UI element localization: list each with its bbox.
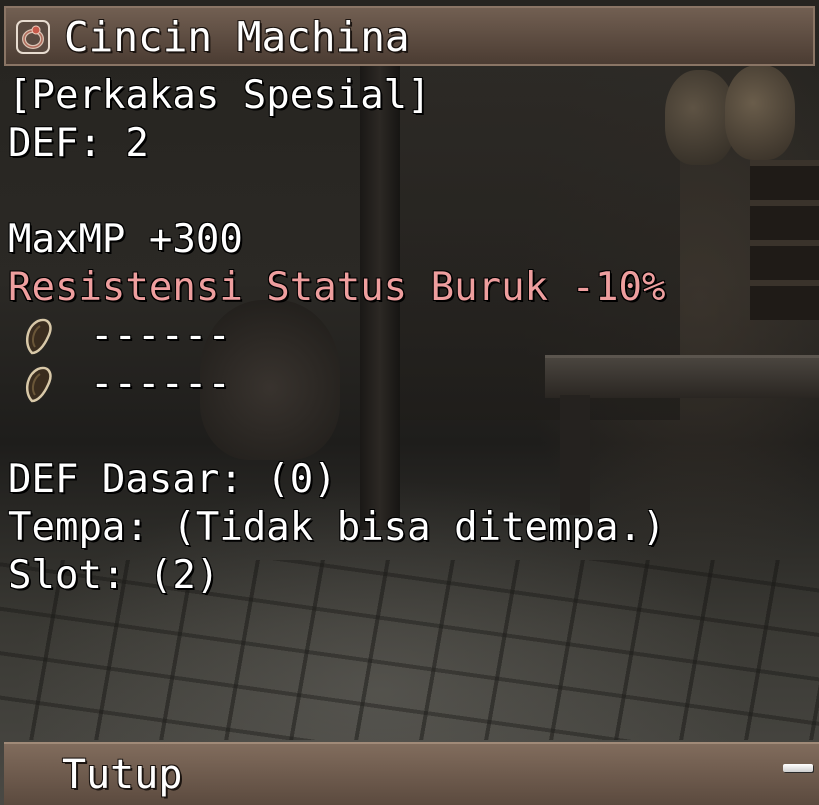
slot-row: ------ (8, 312, 808, 360)
slot-value: ------ (90, 361, 231, 406)
item-forge: Tempa: (Tidak bisa ditempa.) (8, 505, 666, 550)
item-details: [Perkakas Spesial] DEF: 2 MaxMP +300 Res… (8, 72, 808, 600)
close-button[interactable]: Tutup (62, 750, 182, 800)
slot-row: ------ (8, 360, 808, 408)
ring-icon (16, 20, 50, 54)
item-stat-maxmp: MaxMP +300 (8, 217, 243, 262)
item-def: DEF: 2 (8, 121, 149, 166)
slot-value: ------ (90, 313, 231, 358)
item-name: Cincin Machina (64, 13, 410, 61)
item-base-def: DEF Dasar: (0) (8, 457, 337, 502)
item-slot-count: Slot: (2) (8, 553, 220, 598)
item-category: [Perkakas Spesial] (8, 73, 431, 118)
item-title-bar: Cincin Machina (4, 6, 815, 66)
empty-slot-seed-icon (18, 361, 64, 407)
empty-slot-seed-icon (18, 313, 64, 359)
footer-bar: Tutup (4, 742, 819, 805)
minus-icon[interactable] (783, 764, 813, 772)
game-scene: Cincin Machina [Perkakas Spesial] DEF: 2… (0, 0, 819, 805)
item-special-effect: Resistensi Status Buruk -10% (8, 265, 666, 310)
